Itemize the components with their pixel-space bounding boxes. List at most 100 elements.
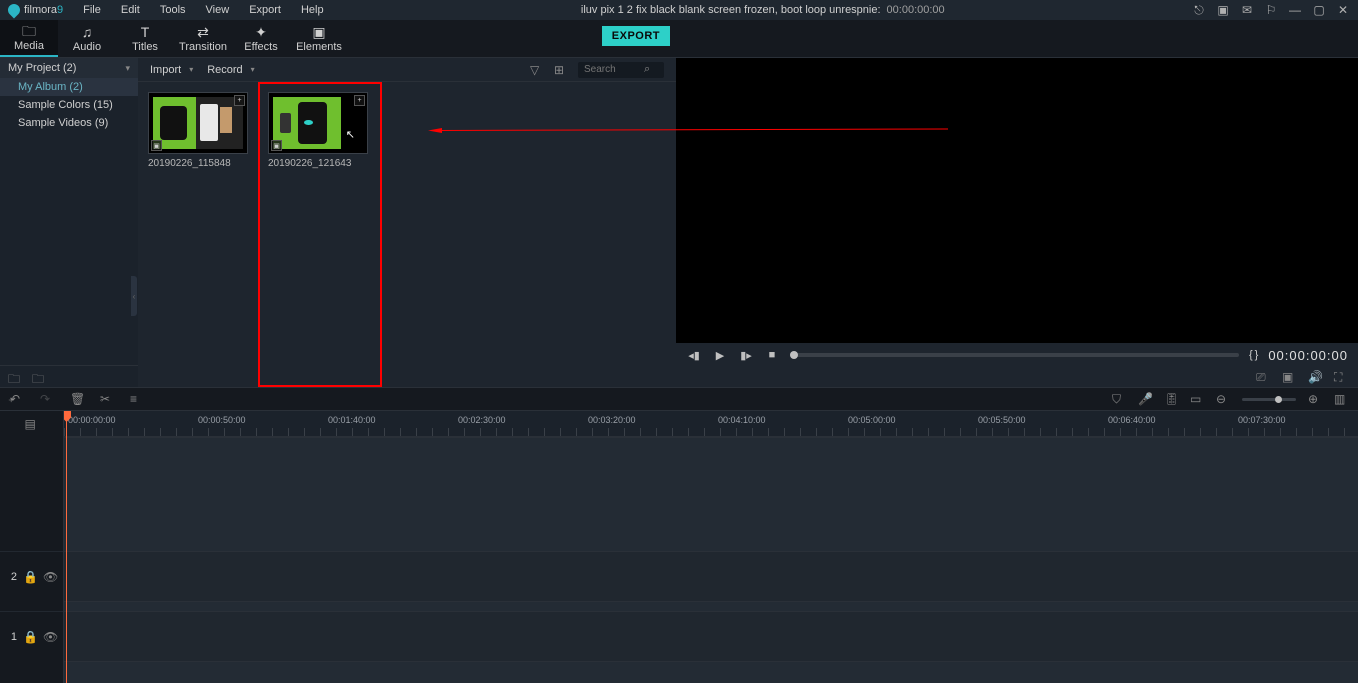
visibility-icon[interactable]: 👁 [43,570,57,584]
media-grid: + ▣ 20190226_115848 ↖ + ▣ 20190226_12164… [138,82,676,387]
timeline-body[interactable]: 00:00:00:00 00:00:50:00 00:01:40:00 00:0… [64,411,1358,683]
messages-icon[interactable]: ✉ [1240,3,1254,17]
menu-file[interactable]: File [73,1,111,19]
minimize-icon[interactable]: — [1288,3,1302,17]
music-icon: ♫ [82,25,93,39]
render-icon[interactable]: ⛉ [1112,392,1126,406]
scrub-handle[interactable] [790,351,798,359]
fullscreen-icon[interactable]: ⛶ [1334,370,1348,384]
search-icon[interactable]: ⌕ [644,63,658,77]
ruler-mark: 00:06:40:00 [1108,415,1156,425]
sidebar-item-sample-colors[interactable]: Sample Colors (15) [0,96,138,114]
track-header-video1[interactable]: 1 🔒 👁 [0,611,63,661]
track-header-video2[interactable]: 2 🔒 👁 [0,551,63,601]
crop-icon[interactable]: ≡ [130,392,144,406]
ruler-mark: 00:04:10:00 [718,415,766,425]
media-panel: Import▾ Record▾ ▽ ⊞ ⌕ + ▣ 20190226_11584… [138,58,676,387]
zoom-out-icon[interactable]: ⊖ [1216,392,1230,406]
record-dropdown[interactable]: Record▾ [207,64,254,76]
media-toolbar: Import▾ Record▾ ▽ ⊞ ⌕ [138,58,676,82]
redo-icon[interactable]: ↷ [40,392,54,406]
effects-icon: ✦ [255,25,267,39]
elements-icon: ▣ [312,25,325,39]
clip-add-icon[interactable]: + [354,95,365,106]
search-box[interactable]: ⌕ [578,62,664,78]
marker-icon[interactable]: ▭ [1190,392,1204,406]
media-clip[interactable]: + ▣ 20190226_115848 [148,92,252,377]
zoom-slider[interactable] [1242,398,1296,401]
split-icon[interactable]: ✂ [100,392,114,406]
close-icon[interactable]: ✕ [1336,3,1350,17]
video-track-1[interactable] [64,611,1358,661]
app-logo: filmora9 [8,4,63,16]
import-dropdown[interactable]: Import▾ [150,64,193,76]
quality-icon[interactable]: ▣ [1282,370,1296,384]
tab-titles[interactable]: TTitles [116,20,174,57]
ruler-ticks [64,428,1358,436]
clip-add-icon[interactable]: + [234,95,245,106]
new-folder-icon[interactable]: 🗀₊ [8,370,22,384]
playhead[interactable] [66,411,67,683]
video-track-2[interactable] [64,551,1358,601]
tab-media[interactable]: 🗀Media [0,20,58,57]
track-index: 1 [11,631,17,643]
menu-view[interactable]: View [196,1,240,19]
mixer-icon[interactable]: 🎚 [1164,392,1178,406]
timeline-toolbar: ↶ ↷ 🗑 ✂ ≡ ⛉ 🎤 🎚 ▭ ⊖ ⊕ ▥ [0,387,1358,411]
menu-export[interactable]: Export [239,1,291,19]
volume-icon[interactable]: 🔊 [1308,370,1322,384]
tab-elements[interactable]: ▣Elements [290,20,348,57]
app-name: filmora9 [24,4,63,16]
mark-in-out[interactable]: {} [1249,349,1258,361]
search-input[interactable] [584,64,644,75]
logo-icon [6,2,23,19]
settings-icon[interactable]: ⚐ [1264,3,1278,17]
ruler-mark: 00:01:40:00 [328,415,376,425]
export-button[interactable]: EXPORT [602,26,670,46]
sidebar-item-my-album[interactable]: My Album (2) [0,78,138,96]
ruler-mark: 00:00:50:00 [198,415,246,425]
clip-thumbnail[interactable]: ↖ + ▣ [268,92,368,154]
grid-view-icon[interactable]: ⊞ [554,63,568,77]
clip-type-icon: ▣ [151,140,162,151]
prev-frame-button[interactable]: ◂▮ [686,347,702,363]
filter-icon[interactable]: ▽ [530,63,544,77]
play-button[interactable]: ▶ [712,347,728,363]
zoom-fit-icon[interactable]: ▥ [1334,392,1348,406]
titles-icon: T [141,25,150,39]
ruler-mark: 00:07:30:00 [1238,415,1286,425]
zoom-in-icon[interactable]: ⊕ [1308,392,1322,406]
delete-icon[interactable]: 🗑 [70,392,84,406]
maximize-icon[interactable]: ▢ [1312,3,1326,17]
voiceover-icon[interactable]: 🎤 [1138,392,1152,406]
sidebar-collapse-handle[interactable]: ‹ [131,276,137,316]
tab-transition[interactable]: ⇄Transition [174,20,232,57]
preview-scrubber[interactable] [790,353,1239,357]
menu-bar: filmora9 File Edit Tools View Export Hel… [0,0,1358,20]
lock-icon[interactable]: 🔒 [23,570,37,584]
lock-icon[interactable]: 🔒 [23,630,37,644]
menu-tools[interactable]: Tools [150,1,196,19]
preview-viewport[interactable] [676,58,1358,343]
media-clip[interactable]: ↖ + ▣ 20190226_121643 [268,92,372,377]
open-folder-icon[interactable]: 🗀 [32,370,46,384]
clip-thumbnail[interactable]: + ▣ [148,92,248,154]
zoom-handle[interactable] [1275,396,1282,403]
tab-effects[interactable]: ✦Effects [232,20,290,57]
manage-tracks-button[interactable]: ▤ [0,411,63,437]
project-header[interactable]: My Project (2)▾ [0,58,138,78]
ruler-mark: 00:05:50:00 [978,415,1026,425]
next-frame-button[interactable]: ▮▸ [738,347,754,363]
visibility-icon[interactable]: 👁 [43,630,57,644]
menu-edit[interactable]: Edit [111,1,150,19]
snapshot-icon[interactable]: ⎚ [1256,370,1270,384]
user-icon[interactable]: ⎋ [1192,3,1206,17]
menu-help[interactable]: Help [291,1,334,19]
sidebar-item-sample-videos[interactable]: Sample Videos (9) [0,114,138,132]
stop-button[interactable]: ■ [764,347,780,363]
timeline-ruler[interactable]: 00:00:00:00 00:00:50:00 00:01:40:00 00:0… [64,411,1358,437]
tab-audio[interactable]: ♫Audio [58,20,116,57]
ruler-mark: 00:05:00:00 [848,415,896,425]
notifications-icon[interactable]: ▣ [1216,3,1230,17]
ruler-mark: 00:02:30:00 [458,415,506,425]
